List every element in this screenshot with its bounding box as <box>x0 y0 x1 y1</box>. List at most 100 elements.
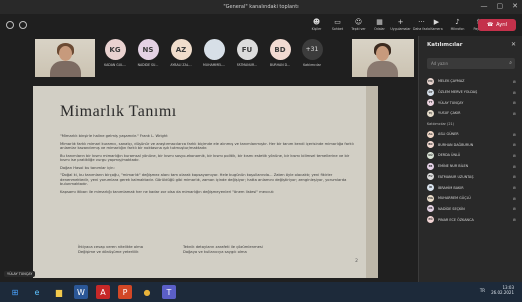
participant-avatar-tile[interactable]: AZ AYBALI ZAL... <box>166 39 196 67</box>
toolbar-button[interactable]: ▦ Odalar <box>369 17 390 35</box>
powerpoint-icon[interactable]: P <box>118 285 132 299</box>
participant-avatar-tile[interactable]: FU FATMANUR... <box>232 39 262 67</box>
avatar: AZ <box>170 39 192 60</box>
participant-avatar: İB <box>427 184 434 192</box>
participant-avatars: KG KADAN GÜL... NS NADİDE SU... AZ AYBALI ZAL… <box>100 39 326 67</box>
participants-section-header[interactable]: Katılımcılar (21) <box>419 119 522 129</box>
title-bar: "General" kanalındaki toplantı — ▢ ✕ <box>0 0 522 14</box>
participant-name: DERDA ÜNLÜ <box>438 153 461 158</box>
participant-list: MÇ MELEK ÇAYMAZ ⋒ ÖY ÖZLEM MERVE YOLDAŞ ⋒ YT YÜ… <box>419 76 522 225</box>
participant-row[interactable]: ÖY ÖZLEM MERVE YOLDAŞ ⋒ <box>419 87 522 98</box>
avatar-name: NADİDE SU... <box>137 63 159 67</box>
panel-close-icon[interactable]: ✕ <box>511 41 516 48</box>
teams-icon[interactable]: T <box>162 285 176 299</box>
leave-button[interactable]: ☎ Ayrıl <box>478 19 516 31</box>
mic-muted-icon: ⋒ <box>512 110 516 116</box>
slide-page-number: 2 <box>355 259 358 264</box>
participant-name: MELEK ÇAYMAZ <box>438 79 465 84</box>
toolbar-button-label: Sohbet <box>331 27 344 31</box>
maximize-button[interactable]: ▢ <box>497 2 504 11</box>
mic-muted-icon: ⋒ <box>512 163 516 169</box>
slide-bullet: Değişime ve dönüşüme yeterlilik <box>78 249 139 254</box>
participant-avatar-tile[interactable]: NS NADİDE SU... <box>133 39 163 67</box>
toolbar-button[interactable]: ▭ Sohbet <box>327 17 348 35</box>
mic-muted-icon: ⋒ <box>512 185 516 191</box>
edge-icon[interactable]: e <box>30 285 44 299</box>
windows-taskbar: ⊞ e ▆ W A P ● T TR 13:03 26.02.2021 <box>0 282 522 302</box>
participant-avatar: DÜ <box>427 151 434 159</box>
participant-row[interactable]: AG ASLI GÜNER ⋒ <box>419 129 522 140</box>
toolbar-button-label: Uygulamalar <box>390 27 411 31</box>
more-label: Katılımcılar <box>303 63 321 67</box>
participant-row[interactable]: BD BURHAN DAĞBURUN ⋒ <box>419 139 522 150</box>
slide-accent-bar <box>366 86 378 278</box>
participant-video-tile[interactable] <box>35 39 95 77</box>
participant-row[interactable]: NS NADİDE SEÇKİN ⋒ <box>419 204 522 215</box>
toolbar-button-label: Tepki ver <box>351 27 366 31</box>
participant-name: EMİNE NUR BİLEN <box>438 164 469 169</box>
close-button[interactable]: ✕ <box>512 2 518 11</box>
slide-paragraph: Mimarlık farklı mimari kuramcı, sanatçı,… <box>60 141 354 151</box>
meeting-controls: ☻ Kişiler ▭ Sohbet ☺ Tepki ver ▦ Odalar + Uygulam… <box>306 17 432 35</box>
presentation-slide: Mimarlık Tanımı "Mimarlık binşirle halin… <box>33 86 378 278</box>
participant-row[interactable]: MÇ MELEK ÇAYMAZ ⋒ <box>419 76 522 87</box>
participant-name: YÜLAY TUNÇAY <box>438 100 464 105</box>
word-icon[interactable]: W <box>74 285 88 299</box>
participant-video <box>35 39 95 77</box>
participant-avatar-tile[interactable]: BD BURHAN D... <box>265 39 295 67</box>
slide-bullet: Teknik detayların zarafeti ile çözümlenm… <box>183 245 263 249</box>
participant-name: MUHARREM GÜÇLÜ <box>438 196 471 201</box>
search-icon: ⌕ <box>509 60 512 66</box>
toolbar-button[interactable]: + Uygulamalar <box>390 17 411 35</box>
participant-avatar: EB <box>427 162 434 170</box>
participant-row[interactable]: YT YÜLAY TUNÇAY ⋒ <box>419 97 522 108</box>
participant-search-input[interactable]: Ad yazın <box>427 58 515 69</box>
participant-row[interactable]: PÖ PINAR ECE ÖZKANCA ⋒ <box>419 214 522 225</box>
presenter-video-tile[interactable] <box>352 39 414 77</box>
participant-name: PINAR ECE ÖZKANCA <box>438 217 474 222</box>
people-icon: ☻ <box>312 18 321 26</box>
media-button[interactable]: ▶ Kamera <box>426 17 447 35</box>
chrome-icon[interactable]: ● <box>140 285 154 299</box>
avatar: KG <box>104 39 126 60</box>
slide-paragraph: Kapsamı itibarı ile mimarlığı tanımlamak… <box>60 189 275 194</box>
participant-row[interactable]: MG MUHARREM GÜÇLÜ ⋒ <box>419 193 522 204</box>
slide-bullet: Doğaya ve kullanıcıya saygılı olma <box>183 249 247 254</box>
participant-name: YUSUF ÇAKIR <box>438 111 461 116</box>
more-icon: ··· <box>418 18 425 26</box>
participant-row[interactable]: EB EMİNE NUR BİLEN ⋒ <box>419 161 522 172</box>
meeting-info-icon[interactable] <box>6 21 14 29</box>
participant-row[interactable]: YÇ YUSUF ÇAKIR ⋒ <box>419 108 522 119</box>
participant-avatar-tile[interactable]: KG KADAN GÜL... <box>100 39 130 67</box>
leave-label: Ayrıl <box>496 22 508 28</box>
pdf-icon[interactable]: A <box>96 285 110 299</box>
participant-row[interactable]: FU FATMANUR UZUNTAŞ ⋒ <box>419 172 522 183</box>
slide-columns: İhtiyaca cevap veren nitelikte olma Değiş… <box>78 245 263 254</box>
participant-name: NADİDE SEÇKİN <box>438 206 465 211</box>
participant-row[interactable]: DÜ DERDA ÜNLÜ ⋒ <box>419 150 522 161</box>
participant-row[interactable]: İB İBRAHİM BAKIR ⋒ <box>419 182 522 193</box>
clock[interactable]: 13:03 26.02.2021 <box>491 285 514 295</box>
toolbar-button[interactable]: ☻ Kişiler <box>306 17 327 35</box>
more-participants-tile[interactable]: +31 Katılımcılar <box>298 39 326 67</box>
recording-status-icon <box>19 21 27 29</box>
language-indicator[interactable]: TR <box>480 288 485 293</box>
slide-bullet: İhtiyaca cevap veren nitelikte olma <box>78 245 143 249</box>
start-icon[interactable]: ⊞ <box>8 285 22 299</box>
window-controls: — ▢ ✕ <box>481 2 519 11</box>
participant-avatar: FU <box>427 173 434 181</box>
media-button[interactable]: ♪ Mikrofon <box>447 17 468 35</box>
slide-paragraph: "Doğal ki, bu tanımların birçoğu, "mimar… <box>60 173 347 186</box>
toolbar-button[interactable]: ☺ Tepki ver <box>348 17 369 35</box>
minimize-button[interactable]: — <box>481 2 488 11</box>
slide-title: Mimarlık Tanımı <box>60 103 177 120</box>
system-tray: TR 13:03 26.02.2021 <box>480 285 514 295</box>
mic-muted-icon: ⋒ <box>512 100 516 106</box>
clock-date: 26.02.2021 <box>491 290 514 295</box>
avatar-name: MUHAMMEL... <box>203 63 225 67</box>
participant-avatar-tile[interactable]: MUHAMMEL... <box>199 39 229 67</box>
participant-avatar: AG <box>427 130 434 138</box>
apps-icon: + <box>397 18 404 26</box>
avatar-name: KADAN GÜL... <box>104 63 126 67</box>
folder-icon[interactable]: ▆ <box>52 285 66 299</box>
